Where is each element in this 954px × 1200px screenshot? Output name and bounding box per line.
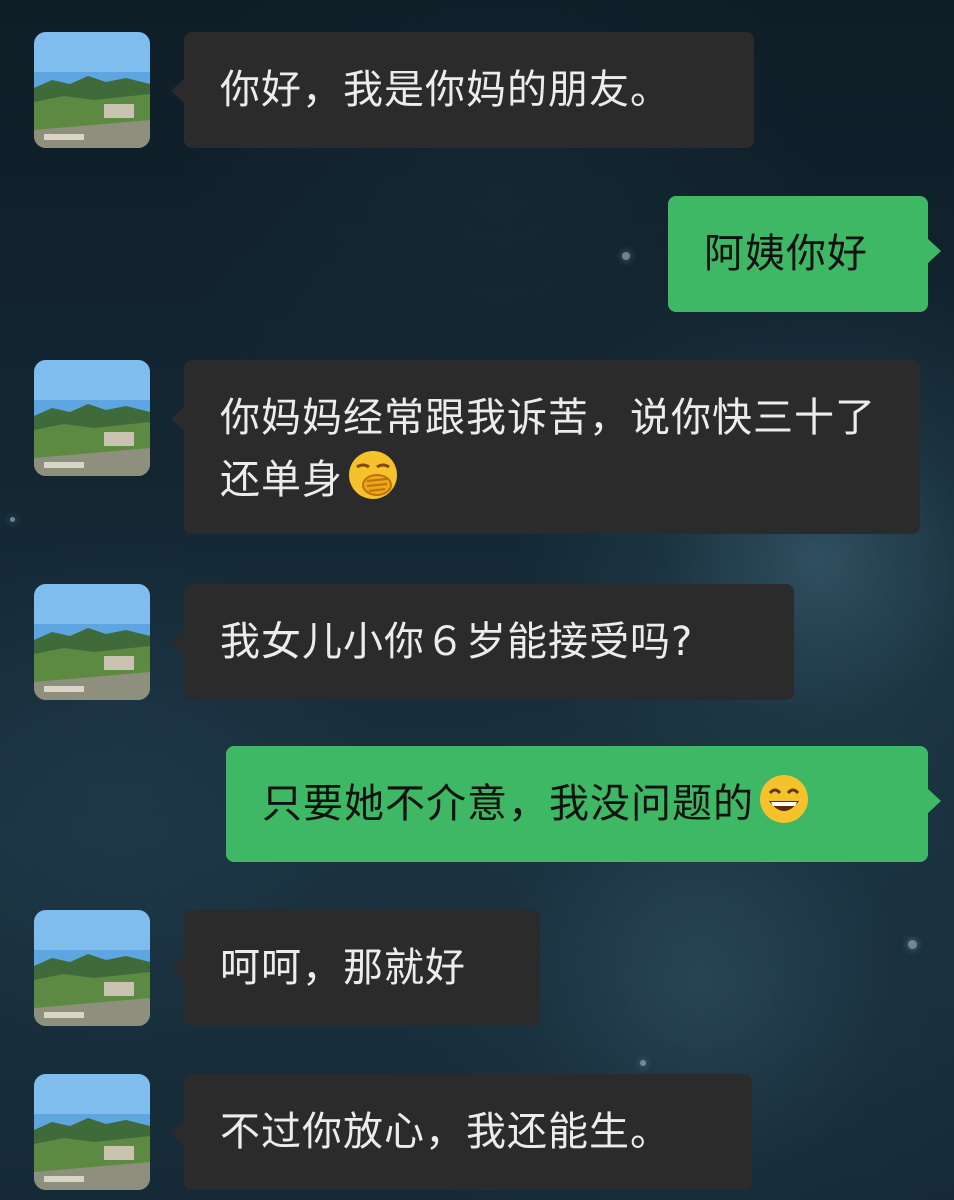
- face-with-hand-over-mouth-emoji: [347, 449, 399, 519]
- incoming-message-bubble[interactable]: 我女儿小你６岁能接受吗?: [171, 584, 794, 700]
- background-sparkle: [10, 517, 15, 522]
- background-sparkle: [640, 1060, 646, 1066]
- incoming-message-bubble[interactable]: 不过你放心，我还能生。: [171, 1074, 752, 1190]
- grinning-face-emoji: [758, 773, 810, 843]
- message-text: 呵呵，那就好: [220, 945, 466, 991]
- message-text: 你妈妈经常跟我诉苦，说你快三十了还单身: [220, 395, 876, 503]
- contact-avatar[interactable]: [34, 32, 150, 148]
- contact-avatar[interactable]: [34, 1074, 150, 1190]
- message-text: 不过你放心，我还能生。: [220, 1109, 671, 1155]
- message-text: 只要她不介意，我没问题的: [262, 781, 754, 827]
- message-text: 我女儿小你６岁能接受吗?: [220, 619, 694, 665]
- message-text: 你好，我是你妈的朋友。: [220, 67, 671, 113]
- background-sparkle: [908, 940, 917, 949]
- background-sparkle: [622, 252, 630, 260]
- incoming-message-bubble[interactable]: 你妈妈经常跟我诉苦，说你快三十了还单身: [171, 360, 920, 534]
- message-text: 阿姨你好: [704, 231, 868, 277]
- outgoing-message-bubble[interactable]: 阿姨你好: [668, 196, 941, 312]
- incoming-message-bubble[interactable]: 你好，我是你妈的朋友。: [171, 32, 754, 148]
- contact-avatar[interactable]: [34, 584, 150, 700]
- outgoing-message-bubble[interactable]: 只要她不介意，我没问题的: [226, 746, 941, 862]
- contact-avatar[interactable]: [34, 910, 150, 1026]
- contact-avatar[interactable]: [34, 360, 150, 476]
- incoming-message-bubble[interactable]: 呵呵，那就好: [171, 910, 540, 1026]
